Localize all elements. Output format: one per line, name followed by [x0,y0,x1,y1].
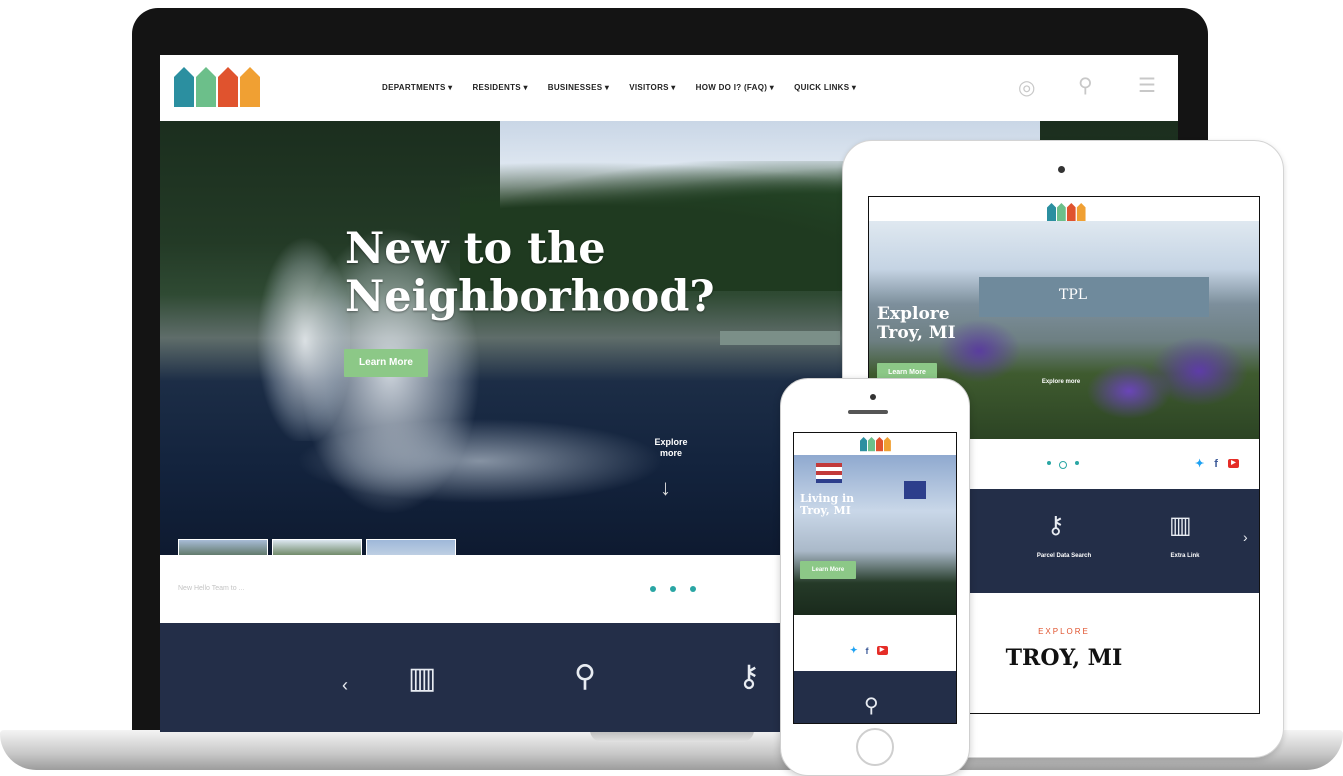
facebook-icon[interactable]: f [866,646,869,656]
nav-visitors[interactable]: VISITORS ▾ [629,83,675,92]
phone-hero: Living in Troy, MI Learn More [794,455,956,615]
hero-rocks [720,331,840,345]
library-sign-text: TPL [1059,287,1088,303]
key-icon[interactable]: ⚷ [738,659,760,694]
site-header: DEPARTMENTS ▾ RESIDENTS ▾ BUSINESSES ▾ V… [160,55,1178,121]
nav-departments[interactable]: DEPARTMENTS ▾ [382,83,452,92]
search-icon[interactable]: ⚲ [1078,73,1093,98]
accessibility-icon[interactable]: ◎ [1018,75,1035,100]
explore-more-label[interactable]: Explore more [644,437,698,459]
troy-logo[interactable] [174,67,260,107]
tablet-hero-title: Explore Troy, MI [877,304,956,343]
phone-camera [870,394,876,400]
facebook-icon[interactable]: f [1214,458,1218,470]
tablet-camera [1058,166,1065,173]
twitter-icon[interactable]: ✦ [1195,457,1204,470]
slider-dots [1047,461,1079,469]
learn-more-button[interactable]: Learn More [344,349,428,377]
phone-hero-title: Living in Troy, MI [800,492,855,517]
main-nav: DEPARTMENTS ▾ RESIDENTS ▾ BUSINESSES ▾ V… [382,83,856,92]
parcel-data-search-label[interactable]: Parcel Data Search [1019,553,1109,559]
learn-more-button[interactable]: Learn More [800,561,856,579]
arrow-down-icon[interactable]: ↓ [660,475,671,501]
phone-home-button [856,728,894,766]
phone-news-bar: ✦ f ▶ [794,615,956,671]
building-icon[interactable]: ▥ [1169,511,1192,540]
social-links: ✦ f ▶ [850,645,888,656]
youtube-icon[interactable]: ▶ [1227,459,1239,468]
hero-title: New to the Neighborhood? [345,224,715,322]
slider-dot[interactable] [670,586,676,592]
troy-logo[interactable] [860,437,891,452]
slider-dot[interactable] [690,586,696,592]
slider-dot[interactable] [1075,461,1079,465]
search-icon[interactable]: ⚲ [574,659,596,694]
nav-businesses[interactable]: BUSINESSES ▾ [548,83,609,92]
flag [904,481,926,499]
search-icon[interactable]: ⚲ [864,693,879,718]
slider-dot[interactable] [650,586,656,592]
slider-dots [650,586,696,592]
library-building: TPL [979,277,1209,317]
phone-speaker [848,410,888,414]
tablet-header [869,197,1259,221]
phone-screen: Living in Troy, MI Learn More ✦ f ▶ ⚲ [793,432,957,724]
building-icon[interactable]: ▥ [408,661,436,696]
nav-quick-links[interactable]: QUICK LINKS ▾ [794,83,856,92]
chevron-right-icon[interactable]: › [1243,529,1248,545]
news-ticker-text[interactable]: New Hello Team to ... [178,585,244,592]
phone-quick-links: ⚲ [794,671,956,723]
slider-dot[interactable] [1047,461,1051,465]
twitter-icon[interactable]: ✦ [850,645,858,656]
menu-icon[interactable]: ☰ [1138,73,1156,98]
slider-dot-active[interactable] [1059,461,1067,469]
explore-more-label[interactable]: Explore more [1041,379,1081,386]
chevron-left-icon[interactable]: ‹ [342,675,348,696]
nav-residents[interactable]: RESIDENTS ▾ [472,83,527,92]
extra-link-label[interactable]: Extra Link [1155,553,1215,559]
social-links: ✦ f ▶ [1195,457,1239,470]
youtube-icon[interactable]: ▶ [876,646,888,655]
troy-logo[interactable] [1047,203,1086,221]
flag [816,463,842,483]
nav-how-do-i[interactable]: HOW DO I? (FAQ) ▾ [696,83,774,92]
hero-fountain [200,191,350,441]
key-icon[interactable]: ⚷ [1047,511,1065,540]
